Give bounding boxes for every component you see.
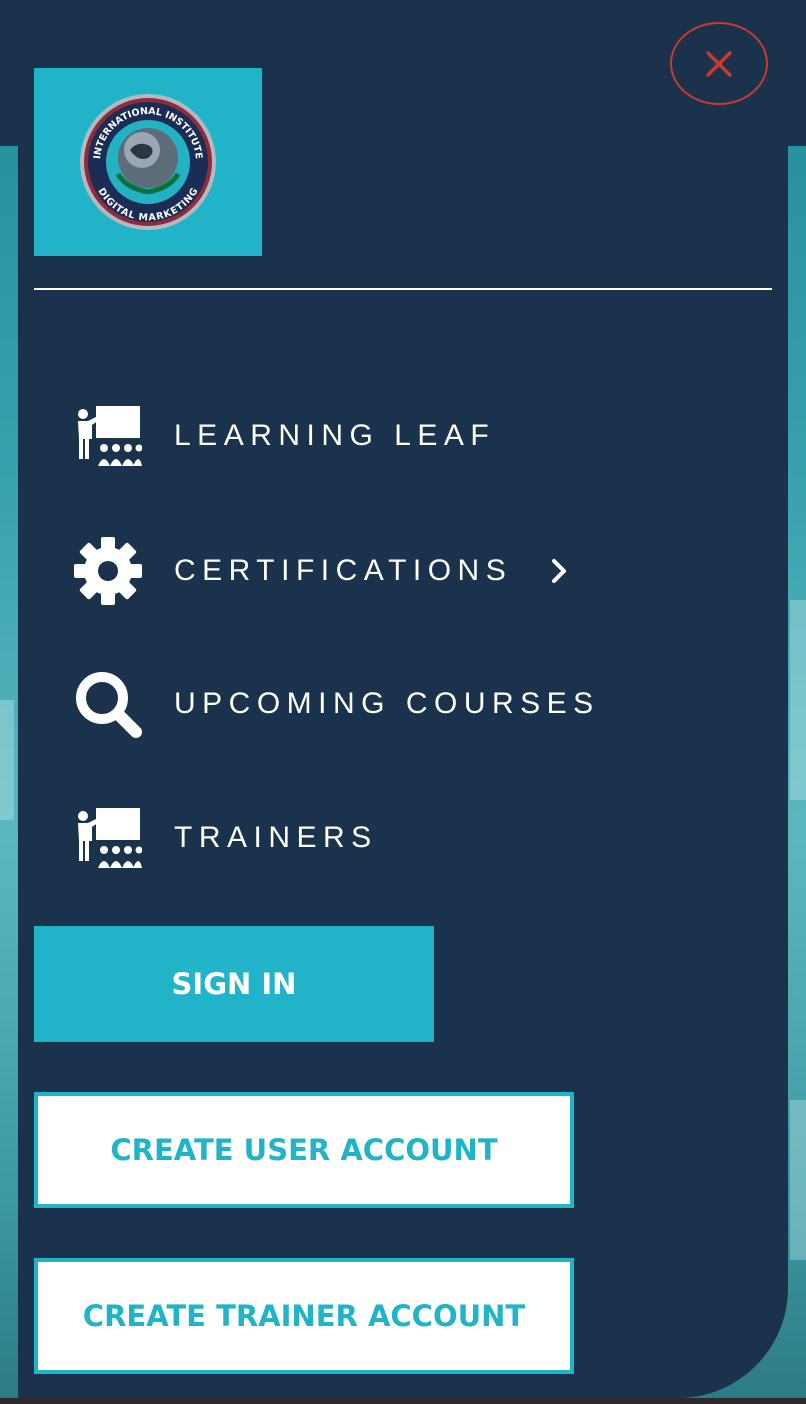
bottom-edge	[0, 1398, 806, 1404]
background-detail	[790, 1100, 806, 1260]
nav-item-trainers[interactable]: TRAINERS	[72, 802, 378, 874]
nav-item-label: UPCOMING COURSES	[174, 687, 600, 720]
nav-item-label: TRAINERS	[174, 821, 378, 854]
nav-item-upcoming-courses[interactable]: UPCOMING COURSES	[72, 668, 600, 740]
close-menu-button[interactable]	[670, 22, 768, 105]
create-trainer-account-button[interactable]: CREATE TRAINER ACCOUNT	[34, 1258, 574, 1374]
create-user-account-button[interactable]: CREATE USER ACCOUNT	[34, 1092, 574, 1208]
menu-divider	[34, 288, 772, 290]
background-detail	[790, 600, 806, 800]
chevron-right-icon[interactable]	[550, 557, 568, 585]
presentation-icon	[72, 802, 144, 874]
gear-icon	[72, 535, 144, 607]
nav-item-label: LEARNING LEAF	[174, 419, 496, 452]
close-icon	[706, 50, 732, 77]
presentation-icon	[72, 400, 144, 472]
background-detail	[0, 700, 14, 820]
site-logo[interactable]: INTERNATIONAL INSTITUTE DIGITAL MARKETIN…	[34, 68, 262, 256]
sign-in-button[interactable]: SIGN IN	[34, 926, 434, 1042]
search-icon	[72, 668, 144, 740]
globe-laurel-seal-icon: INTERNATIONAL INSTITUTE DIGITAL MARKETIN…	[80, 94, 216, 230]
nav-item-certifications[interactable]: CERTIFICATIONS	[72, 535, 568, 607]
nav-item-label: CERTIFICATIONS	[174, 554, 513, 587]
nav-item-learning-leaf[interactable]: LEARNING LEAF	[72, 400, 495, 472]
